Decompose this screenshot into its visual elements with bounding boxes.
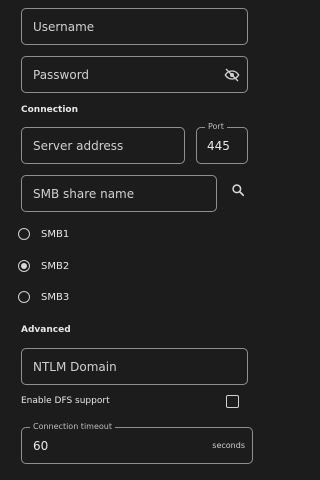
radio-smb1[interactable]	[18, 228, 30, 240]
ntlm-domain-field[interactable]: NTLM Domain	[21, 348, 248, 385]
radio-label-smb3: SMB3	[41, 291, 70, 303]
radio-option-smb2[interactable]: SMB2	[18, 260, 69, 272]
connection-timeout-field[interactable]: Connection timeout 60 seconds	[21, 421, 253, 464]
smb-share-placeholder: SMB share name	[33, 186, 135, 201]
connection-heading: Connection	[21, 105, 79, 115]
visibility-off-icon[interactable]	[224, 67, 240, 83]
port-label: Port	[205, 121, 227, 133]
username-field[interactable]: Username	[21, 8, 248, 45]
server-address-field[interactable]: Server address	[21, 127, 185, 164]
server-address-placeholder: Server address	[33, 138, 124, 153]
username-placeholder: Username	[33, 19, 95, 34]
radio-smb2[interactable]	[18, 260, 30, 272]
radio-option-smb3[interactable]: SMB3	[18, 291, 69, 303]
advanced-heading: Advanced	[21, 325, 71, 335]
ntlm-domain-placeholder: NTLM Domain	[33, 359, 117, 374]
connection-timeout-value: 60	[33, 438, 49, 453]
search-icon[interactable]	[229, 181, 247, 199]
radio-label-smb2: SMB2	[41, 260, 70, 272]
password-field[interactable]: Password	[21, 56, 248, 93]
dfs-label: Enable DFS support	[21, 396, 110, 406]
dfs-checkbox[interactable]	[226, 395, 239, 408]
port-field[interactable]: Port 445	[196, 121, 248, 164]
radio-option-smb1[interactable]: SMB1	[18, 228, 69, 240]
connection-timeout-label: Connection timeout	[30, 421, 115, 433]
password-placeholder: Password	[33, 67, 90, 82]
timeout-unit: seconds	[212, 441, 245, 450]
port-value: 445	[207, 138, 230, 153]
radio-label-smb1: SMB1	[41, 228, 70, 240]
radio-smb3[interactable]	[18, 291, 30, 303]
smb-share-field[interactable]: SMB share name	[21, 175, 217, 212]
